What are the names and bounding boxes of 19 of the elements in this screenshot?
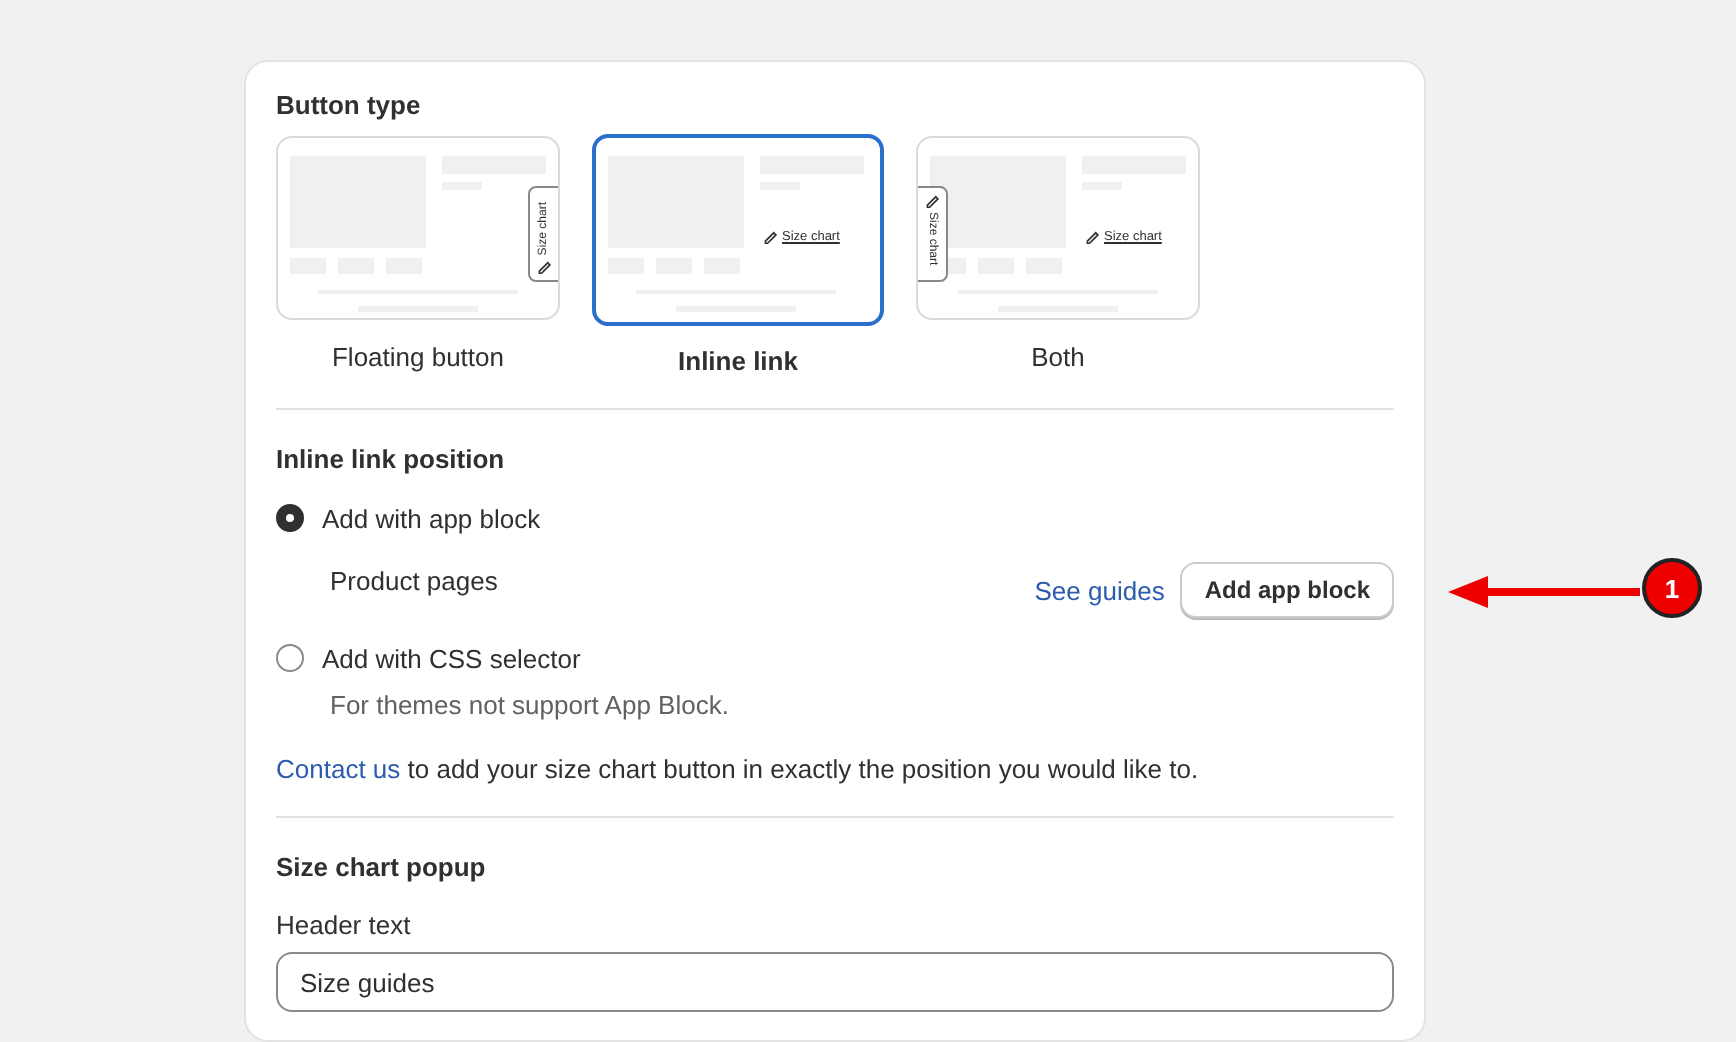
radio-button[interactable] — [276, 644, 304, 672]
radio-label[interactable]: Add with app block — [322, 503, 541, 533]
radio-button[interactable] — [276, 504, 304, 532]
field-label: Header text — [276, 910, 413, 940]
see-guides-link[interactable]: See guides — [1034, 575, 1165, 605]
add-app-block-button[interactable]: Add app block — [1180, 562, 1394, 618]
option-note: For themes not support App Block. — [330, 689, 729, 719]
help-text: Contact us to add your size chart button in exactly the position you would like to. — [276, 754, 1201, 784]
section-title: Size chart popup — [276, 852, 488, 882]
section-title: Inline link position — [276, 444, 507, 474]
radio-label[interactable]: Add with CSS selector — [322, 643, 581, 673]
option-label: Both — [1031, 342, 1085, 372]
option-note: Product pages — [330, 565, 498, 595]
header-text-field[interactable]: Size guides — [276, 952, 1394, 1012]
contact-us-link[interactable]: Contact us — [276, 754, 401, 784]
option-label: Inline link — [678, 346, 798, 376]
section-title: Button type — [276, 90, 423, 120]
option-label: Floating button — [331, 342, 504, 372]
number-badge: 1 — [1642, 558, 1702, 618]
